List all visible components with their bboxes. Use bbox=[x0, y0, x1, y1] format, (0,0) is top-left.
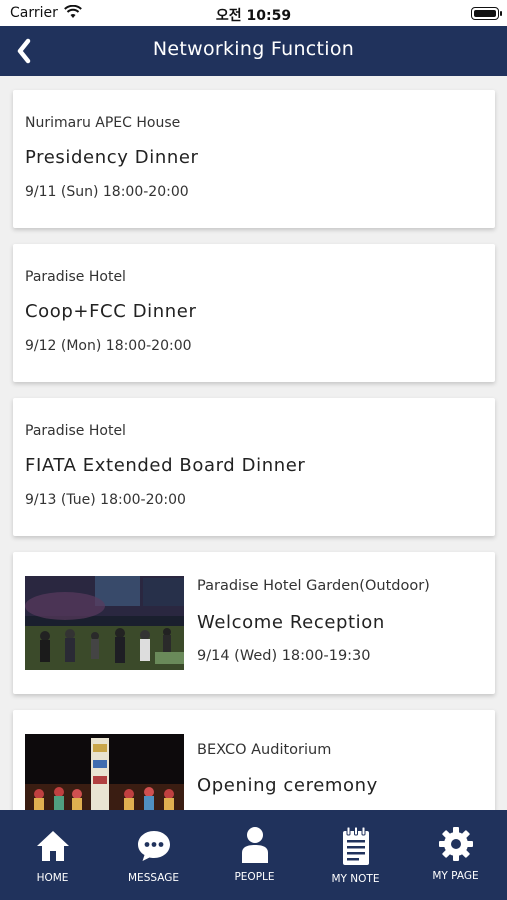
tab-my-note-label: MY NOTE bbox=[331, 873, 380, 885]
event-card-presidency-dinner[interactable]: Nurimaru APEC House Presidency Dinner 9/… bbox=[13, 90, 495, 228]
event-card-welcome-reception[interactable]: Paradise Hotel Garden(Outdoor) Welcome R… bbox=[13, 552, 495, 694]
event-datetime: 9/11 (Sun) 18:00-20:00 bbox=[25, 184, 189, 200]
status-bar: Carrier 오전 10:59 bbox=[0, 0, 507, 26]
event-name: Welcome Reception bbox=[197, 612, 385, 633]
tab-home[interactable]: HOME bbox=[2, 810, 103, 900]
event-datetime: 9/13 (Tue) 18:00-20:00 bbox=[25, 492, 186, 508]
event-name: Opening ceremony bbox=[197, 775, 378, 796]
person-icon bbox=[241, 827, 268, 863]
tab-my-note[interactable]: MY NOTE bbox=[305, 810, 406, 900]
event-venue: Paradise Hotel bbox=[25, 269, 126, 285]
notepad-icon bbox=[342, 826, 369, 865]
tab-people-label: PEOPLE bbox=[234, 871, 275, 883]
event-name: Presidency Dinner bbox=[25, 147, 199, 168]
event-venue: BEXCO Auditorium bbox=[197, 742, 332, 758]
page-title: Networking Function bbox=[152, 38, 355, 60]
tab-people[interactable]: PEOPLE bbox=[204, 810, 305, 900]
event-venue: Nurimaru APEC House bbox=[25, 115, 181, 131]
tab-my-page-label: MY PAGE bbox=[432, 870, 479, 882]
event-list[interactable]: Nurimaru APEC House Presidency Dinner 9/… bbox=[0, 76, 507, 810]
event-datetime: 9/14 (Wed) 18:00-19:30 bbox=[197, 648, 371, 664]
tab-message[interactable]: MESSAGE bbox=[103, 810, 204, 900]
event-name: FIATA Extended Board Dinner bbox=[25, 455, 306, 476]
tab-bar: HOME MESSAGE PEOPLE MY NOTE MY PAGE bbox=[0, 810, 507, 900]
gear-icon bbox=[438, 827, 473, 861]
event-card-coop-fcc-dinner[interactable]: Paradise Hotel Coop+FCC Dinner 9/12 (Mon… bbox=[13, 244, 495, 382]
event-photo bbox=[25, 576, 184, 670]
event-datetime: 9/12 (Mon) 18:00-20:00 bbox=[25, 338, 192, 354]
tab-message-label: MESSAGE bbox=[128, 872, 179, 884]
event-card-opening-ceremony[interactable]: BEXCO Auditorium Opening ceremony bbox=[13, 710, 495, 810]
event-name: Coop+FCC Dinner bbox=[25, 301, 197, 322]
home-icon bbox=[36, 831, 69, 861]
nav-header: Networking Function bbox=[0, 26, 507, 76]
event-venue: Paradise Hotel Garden(Outdoor) bbox=[197, 578, 430, 594]
battery-icon bbox=[471, 7, 502, 20]
chat-bubble-icon bbox=[137, 831, 170, 861]
tab-my-page[interactable]: MY PAGE bbox=[405, 810, 506, 900]
event-card-fiata-board-dinner[interactable]: Paradise Hotel FIATA Extended Board Dinn… bbox=[13, 398, 495, 536]
clock: 오전 10:59 bbox=[215, 8, 292, 24]
event-venue: Paradise Hotel bbox=[25, 423, 126, 439]
event-photo bbox=[25, 734, 184, 810]
tab-home-label: HOME bbox=[36, 872, 69, 884]
